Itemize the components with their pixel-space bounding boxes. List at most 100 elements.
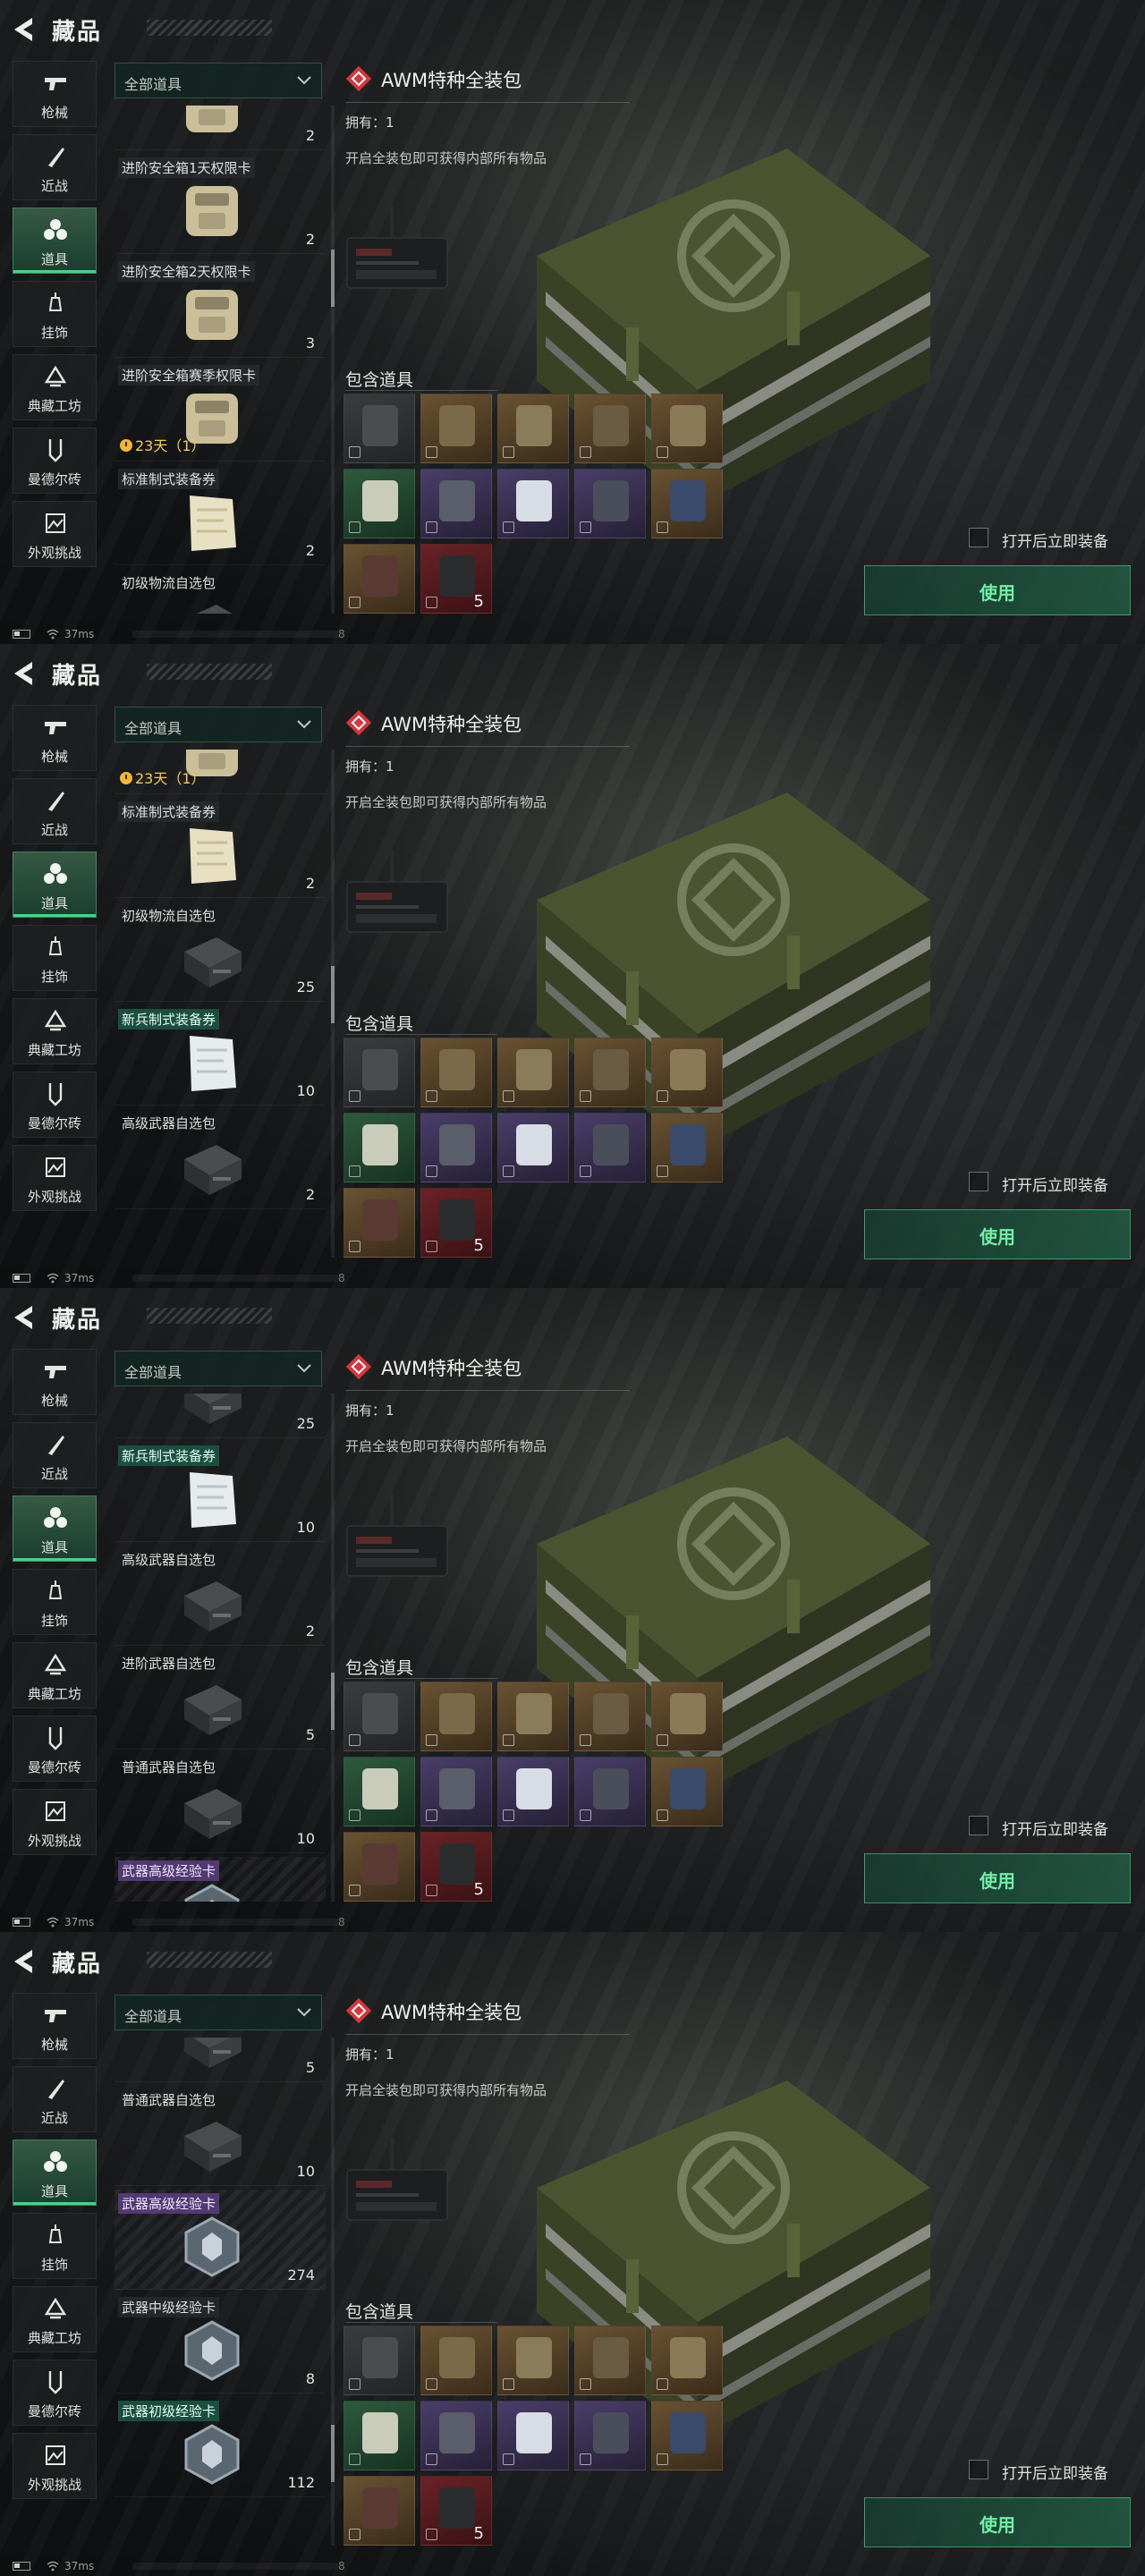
list-item[interactable]: 高级武器自选包 2 bbox=[114, 1109, 326, 1209]
list-item[interactable]: 武器高级经验卡 bbox=[114, 1857, 326, 1902]
nav-item-items[interactable]: 道具 bbox=[13, 1496, 97, 1562]
content-item-bandage[interactable] bbox=[497, 1757, 569, 1826]
content-item-armor[interactable] bbox=[651, 1038, 723, 1107]
content-item-battery[interactable] bbox=[651, 2401, 723, 2470]
content-item-case[interactable]: 5 bbox=[420, 544, 492, 614]
item-list[interactable]: 5 普通武器自选包 10 武器高级经验卡 274 武器中级经验卡 8 武器初级经验卡 112 bbox=[114, 2038, 326, 2546]
list-item[interactable]: 进阶安全箱赛季权限卡23天（1） bbox=[114, 750, 326, 794]
nav-item-mandel-brick[interactable]: 曼德尔砖 bbox=[13, 1716, 97, 1782]
nav-item-mandel-brick[interactable]: 曼德尔砖 bbox=[13, 1072, 97, 1138]
content-item-armor[interactable] bbox=[651, 2326, 723, 2395]
use-button[interactable]: 使用 bbox=[864, 2497, 1131, 2547]
content-item-battery[interactable] bbox=[651, 469, 723, 538]
content-item-backpack[interactable] bbox=[420, 394, 492, 463]
list-item[interactable]: 武器高级经验卡 274 bbox=[114, 2190, 326, 2290]
back-arrow-icon[interactable] bbox=[13, 1948, 36, 1975]
content-item-magazine[interactable] bbox=[420, 2401, 492, 2470]
scrollbar-thumb[interactable] bbox=[331, 2425, 335, 2482]
content-item-battery[interactable] bbox=[651, 1113, 723, 1182]
nav-item-appearance-challenge[interactable]: 外观挑战 bbox=[13, 2433, 97, 2499]
nav-item-items[interactable]: 道具 bbox=[13, 852, 97, 918]
item-list-scrollbar[interactable] bbox=[331, 1394, 335, 1902]
nav-item-workshop[interactable]: 典藏工坊 bbox=[13, 998, 97, 1064]
content-item-ammo-box[interactable] bbox=[574, 1113, 646, 1182]
content-item-ammo-box[interactable] bbox=[574, 469, 646, 538]
use-button[interactable]: 使用 bbox=[864, 565, 1131, 615]
list-item[interactable]: 普通武器自选包 10 bbox=[114, 1753, 326, 1853]
content-item-syringe[interactable] bbox=[344, 1113, 415, 1182]
content-item-medkit[interactable] bbox=[344, 544, 415, 614]
list-item[interactable]: 5 bbox=[114, 2038, 326, 2082]
content-item-rifle[interactable] bbox=[344, 1038, 415, 1107]
content-item-case[interactable]: 5 bbox=[420, 1188, 492, 1258]
nav-item-charm[interactable]: 挂饰 bbox=[13, 281, 97, 347]
content-item-magazine[interactable] bbox=[420, 469, 492, 538]
scrollbar-thumb[interactable] bbox=[331, 966, 335, 1023]
nav-item-gun[interactable]: 枪械 bbox=[13, 61, 97, 127]
nav-item-gun[interactable]: 枪械 bbox=[13, 1349, 97, 1415]
equip-after-open-checkbox[interactable] bbox=[969, 1172, 988, 1191]
list-item[interactable]: 新兵制式装备券 10 bbox=[114, 1005, 326, 1106]
list-item[interactable]: 初级物流自选包 25 bbox=[114, 902, 326, 1002]
content-item-bandage[interactable] bbox=[497, 469, 569, 538]
item-filter-dropdown[interactable]: 全部道具 bbox=[114, 1351, 322, 1386]
content-item-rifle[interactable] bbox=[344, 394, 415, 463]
nav-item-knife[interactable]: 近战 bbox=[13, 134, 97, 200]
content-item-helmet[interactable] bbox=[574, 1038, 646, 1107]
content-item-case[interactable]: 5 bbox=[420, 2476, 492, 2546]
nav-item-charm[interactable]: 挂饰 bbox=[13, 925, 97, 991]
list-item[interactable]: 普通武器自选包 10 bbox=[114, 2086, 326, 2186]
content-item-ammo-box[interactable] bbox=[574, 2401, 646, 2470]
content-item-bandage[interactable] bbox=[497, 2401, 569, 2470]
content-item-vest[interactable] bbox=[497, 394, 569, 463]
nav-item-workshop[interactable]: 典藏工坊 bbox=[13, 1642, 97, 1708]
list-item[interactable]: 25 bbox=[114, 1394, 326, 1438]
scrollbar-thumb[interactable] bbox=[331, 250, 335, 307]
list-item[interactable]: 初级物流自选包 bbox=[114, 569, 326, 614]
list-item[interactable]: 武器初级经验卡 112 bbox=[114, 2397, 326, 2497]
use-button[interactable]: 使用 bbox=[864, 1853, 1131, 1903]
item-filter-dropdown[interactable]: 全部道具 bbox=[114, 63, 322, 98]
nav-item-appearance-challenge[interactable]: 外观挑战 bbox=[13, 1145, 97, 1211]
equip-after-open-checkbox[interactable] bbox=[969, 2460, 988, 2479]
content-item-vest[interactable] bbox=[497, 1038, 569, 1107]
content-item-battery[interactable] bbox=[651, 1757, 723, 1826]
nav-item-appearance-challenge[interactable]: 外观挑战 bbox=[13, 1789, 97, 1855]
list-item[interactable]: 武器中级经验卡 8 bbox=[114, 2293, 326, 2394]
list-item[interactable]: 进阶安全箱2天权限卡 3 bbox=[114, 258, 326, 358]
back-arrow-icon[interactable] bbox=[13, 660, 36, 687]
content-item-syringe[interactable] bbox=[344, 2401, 415, 2470]
content-item-syringe[interactable] bbox=[344, 469, 415, 538]
scrollbar-thumb[interactable] bbox=[331, 1673, 335, 1730]
content-item-syringe[interactable] bbox=[344, 1757, 415, 1826]
content-item-rifle[interactable] bbox=[344, 1682, 415, 1751]
content-item-armor[interactable] bbox=[651, 1682, 723, 1751]
nav-item-mandel-brick[interactable]: 曼德尔砖 bbox=[13, 428, 97, 494]
nav-item-knife[interactable]: 近战 bbox=[13, 778, 97, 844]
list-item[interactable]: 高级武器自选包 2 bbox=[114, 1546, 326, 1646]
content-item-bandage[interactable] bbox=[497, 1113, 569, 1182]
content-item-medkit[interactable] bbox=[344, 1188, 415, 1258]
back-arrow-icon[interactable] bbox=[13, 1304, 36, 1331]
content-item-magazine[interactable] bbox=[420, 1113, 492, 1182]
content-item-backpack[interactable] bbox=[420, 2326, 492, 2395]
content-item-medkit[interactable] bbox=[344, 1832, 415, 1902]
item-filter-dropdown[interactable]: 全部道具 bbox=[114, 1995, 322, 2030]
content-item-armor[interactable] bbox=[651, 394, 723, 463]
content-item-helmet[interactable] bbox=[574, 394, 646, 463]
content-item-medkit[interactable] bbox=[344, 2476, 415, 2546]
content-item-helmet[interactable] bbox=[574, 2326, 646, 2395]
content-item-magazine[interactable] bbox=[420, 1757, 492, 1826]
content-item-backpack[interactable] bbox=[420, 1038, 492, 1107]
item-list-scrollbar[interactable] bbox=[331, 2038, 335, 2546]
list-item[interactable]: 2 bbox=[114, 106, 326, 150]
nav-item-gun[interactable]: 枪械 bbox=[13, 1993, 97, 2059]
use-button[interactable]: 使用 bbox=[864, 1209, 1131, 1259]
item-list[interactable]: 进阶安全箱赛季权限卡23天（1） 标准制式装备券 2 初级物流自选包 25 新兵制式装备券… bbox=[114, 750, 326, 1258]
item-list-scrollbar[interactable] bbox=[331, 750, 335, 1258]
list-item[interactable]: 进阶武器自选包 5 bbox=[114, 1649, 326, 1750]
item-list[interactable]: 2 进阶安全箱1天权限卡 2 进阶安全箱2天权限卡 3 进阶安全箱赛季权限卡 23天（1） 标… bbox=[114, 106, 326, 614]
list-item[interactable]: 进阶安全箱1天权限卡 2 bbox=[114, 154, 326, 254]
list-item[interactable]: 标准制式装备券 2 bbox=[114, 798, 326, 898]
nav-item-workshop[interactable]: 典藏工坊 bbox=[13, 2286, 97, 2352]
